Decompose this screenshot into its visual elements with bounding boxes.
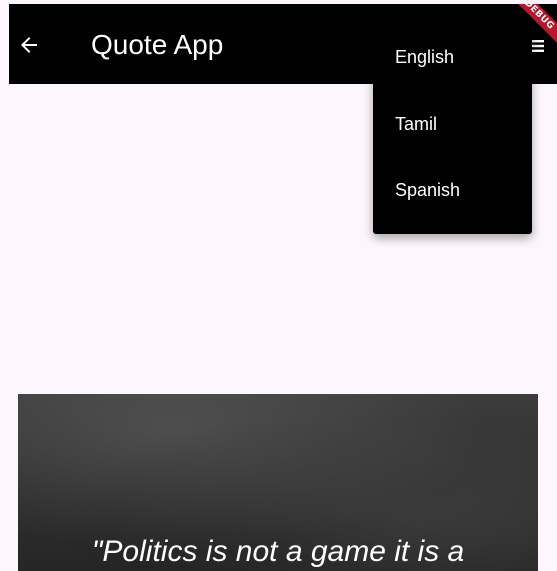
quote-text: "Politics is not a game it is a	[91, 535, 465, 568]
arrow-left-icon	[21, 37, 37, 53]
menu-item-spanish[interactable]: Spanish	[373, 164, 532, 216]
menu-item-label: Tamil	[395, 113, 438, 134]
quote-card: "Politics is not a game it is a	[18, 394, 538, 571]
back-button[interactable]	[16, 32, 42, 58]
menu-item-english[interactable]: English	[373, 31, 532, 83]
language-menu: English Tamil Spanish	[373, 27, 532, 234]
page-title: Quote App	[91, 29, 224, 60]
menu-item-tamil[interactable]: Tamil	[373, 98, 532, 150]
menu-item-label: Spanish	[395, 179, 461, 200]
menu-item-label: English	[395, 46, 455, 67]
